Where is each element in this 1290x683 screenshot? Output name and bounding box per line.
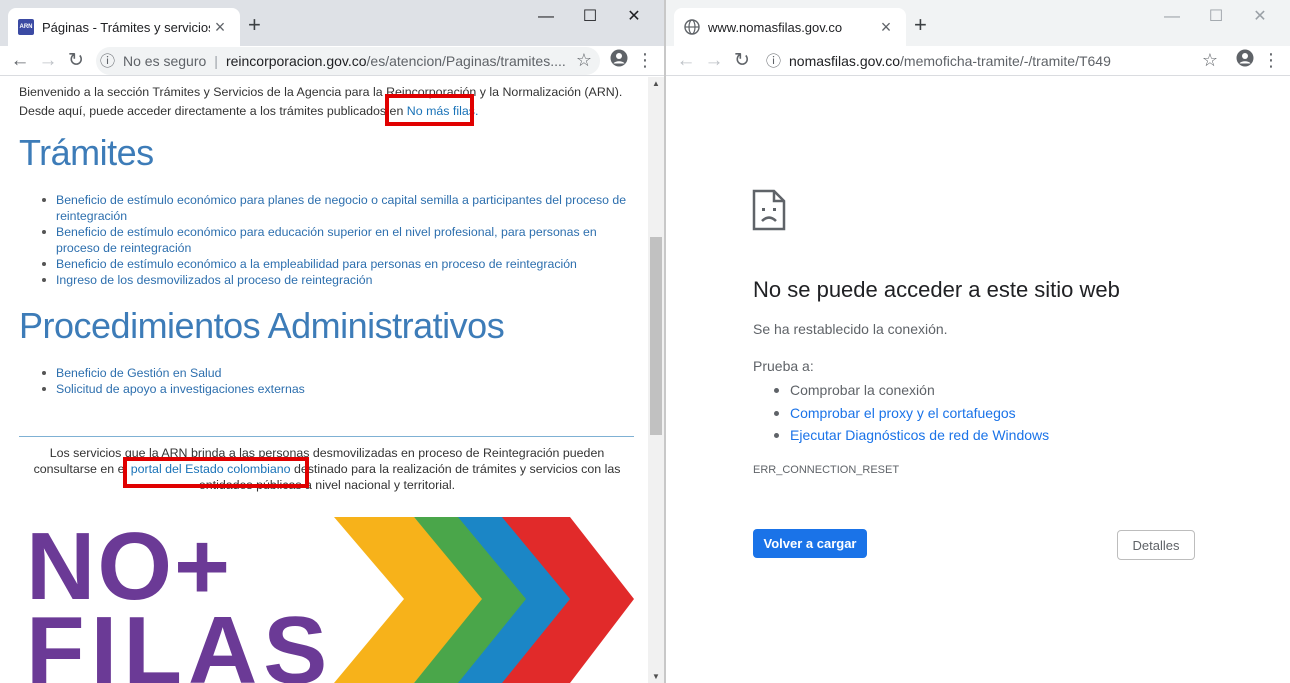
address-bar[interactable]: ⓘ nomasfilas.gov.co /memoficha-tramite/-… bbox=[762, 47, 1226, 75]
maximize-button[interactable]: ☐ bbox=[568, 6, 612, 28]
heading-procedimientos: Procedimientos Administrativos bbox=[19, 305, 505, 346]
security-label: No es seguro bbox=[123, 52, 207, 69]
intro-text: Bienvenido a la sección Trámites y Servi… bbox=[19, 83, 631, 121]
new-tab-button[interactable]: + bbox=[248, 14, 261, 36]
profile-avatar-icon[interactable] bbox=[606, 49, 632, 72]
profile-avatar-icon[interactable] bbox=[1232, 49, 1258, 72]
scroll-up-icon[interactable]: ▲ bbox=[648, 79, 664, 88]
tab-title: www.nomasfilas.gov.co bbox=[708, 19, 843, 35]
minimize-button[interactable]: — bbox=[524, 6, 568, 28]
bookmark-star-icon[interactable]: ☆ bbox=[1194, 50, 1226, 71]
forward-button[interactable]: → bbox=[700, 47, 728, 75]
window-controls: — ☐ ✕ bbox=[524, 6, 656, 28]
reload-page-button[interactable]: Volver a cargar bbox=[753, 529, 867, 558]
list-item[interactable]: Beneficio de estímulo económico para pla… bbox=[40, 192, 636, 224]
tab-nomasfilas[interactable]: www.nomasfilas.gov.co × bbox=[674, 8, 906, 46]
address-bar[interactable]: ⓘ No es seguro | reincorporacion.gov.co … bbox=[96, 46, 600, 75]
intro-line-1: Bienvenido a la sección Trámites y Servi… bbox=[19, 85, 623, 99]
suggestion-check-proxy-link[interactable]: Comprobar el proxy y el cortafuegos bbox=[774, 402, 1049, 425]
info-icon[interactable]: ⓘ bbox=[766, 50, 781, 71]
tab-strip: ARN Páginas - Trámites y servicios × + —… bbox=[0, 0, 664, 46]
divider bbox=[19, 436, 634, 437]
error-title: No se puede acceder a este sitio web bbox=[753, 277, 1120, 302]
no-mas-filas-logo: NO+ FILAS bbox=[26, 517, 634, 683]
browser-toolbar: ← → ↻ ⓘ nomasfilas.gov.co /memoficha-tra… bbox=[666, 46, 1290, 76]
logo-line-2: FILAS bbox=[26, 597, 333, 683]
error-code: ERR_CONNECTION_RESET bbox=[753, 464, 900, 476]
list-item[interactable]: Ingreso de los desmovilizados al proceso… bbox=[40, 272, 636, 288]
scroll-down-icon[interactable]: ▼ bbox=[648, 672, 664, 681]
error-page: No se puede acceder a este sitio web Se … bbox=[666, 77, 1290, 683]
tab-close-icon[interactable]: × bbox=[210, 17, 230, 37]
window-controls: — ☐ ✕ bbox=[1150, 6, 1282, 28]
highlight-box-portal bbox=[123, 457, 309, 488]
address-separator: | bbox=[214, 52, 218, 69]
back-button[interactable]: ← bbox=[6, 47, 34, 75]
list-item[interactable]: Beneficio de estímulo económico a la emp… bbox=[40, 256, 636, 272]
menu-kebab-icon[interactable]: ⋮ bbox=[1258, 50, 1284, 71]
reload-button[interactable]: ↻ bbox=[62, 47, 90, 75]
url-host: reincorporacion.gov.co bbox=[225, 52, 367, 69]
tramites-list: Beneficio de estímulo económico para pla… bbox=[40, 192, 636, 288]
menu-kebab-icon[interactable]: ⋮ bbox=[632, 50, 658, 71]
browser-toolbar: ← → ↻ ⓘ No es seguro | reincorporacion.g… bbox=[0, 46, 664, 76]
back-button[interactable]: ← bbox=[672, 47, 700, 75]
intro-line-2-prefix: Desde aquí, puede acceder directamente a… bbox=[19, 104, 407, 118]
intro-line-2: Desde aquí, puede acceder directamente a… bbox=[19, 102, 631, 121]
tab-tramites[interactable]: ARN Páginas - Trámites y servicios × bbox=[8, 8, 240, 46]
suggestion-run-diagnostics-link[interactable]: Ejecutar Diagnósticos de red de Windows bbox=[774, 424, 1049, 447]
tab-title: Páginas - Trámites y servicios bbox=[42, 19, 210, 35]
info-icon[interactable]: ⓘ bbox=[100, 50, 115, 71]
vertical-scrollbar[interactable]: ▲ ▼ bbox=[648, 77, 664, 683]
scroll-thumb[interactable] bbox=[650, 237, 662, 435]
minimize-button[interactable]: — bbox=[1150, 6, 1194, 28]
right-browser-window: www.nomasfilas.gov.co × + — ☐ ✕ ← → ↻ ⓘ … bbox=[666, 0, 1290, 683]
heading-tramites: Trámites bbox=[19, 132, 154, 173]
tab-close-icon[interactable]: × bbox=[876, 17, 896, 37]
close-window-button[interactable]: ✕ bbox=[612, 6, 656, 28]
list-item[interactable]: Beneficio de estímulo económico para edu… bbox=[40, 224, 636, 256]
procedimientos-list: Beneficio de Gestión en Salud Solicitud … bbox=[40, 365, 636, 397]
bookmark-star-icon[interactable]: ☆ bbox=[568, 50, 600, 71]
maximize-button[interactable]: ☐ bbox=[1194, 6, 1238, 28]
list-item[interactable]: Beneficio de Gestión en Salud bbox=[40, 365, 636, 381]
suggestion-check-connection: Comprobar la conexión bbox=[774, 379, 1049, 402]
tab-strip: www.nomasfilas.gov.co × + — ☐ ✕ bbox=[666, 0, 1290, 46]
left-browser-window: ARN Páginas - Trámites y servicios × + —… bbox=[0, 0, 664, 683]
url-host: nomasfilas.gov.co bbox=[789, 52, 901, 69]
reload-button[interactable]: ↻ bbox=[728, 47, 756, 75]
forward-button[interactable]: → bbox=[34, 47, 62, 75]
suggestions-list: Comprobar la conexión Comprobar el proxy… bbox=[774, 379, 1049, 447]
sad-page-icon bbox=[752, 189, 786, 231]
highlight-box-no-mas-filas bbox=[385, 94, 474, 126]
globe-icon bbox=[684, 19, 700, 35]
arn-favicon-icon: ARN bbox=[18, 19, 34, 35]
url-path: /es/atencion/Paginas/tramites.... bbox=[366, 52, 566, 69]
try-label: Prueba a: bbox=[753, 358, 814, 374]
details-button[interactable]: Detalles bbox=[1117, 530, 1195, 560]
url-path: /memoficha-tramite/-/tramite/T649 bbox=[900, 52, 1111, 69]
list-item[interactable]: Solicitud de apoyo a investigaciones ext… bbox=[40, 381, 636, 397]
page-content: Bienvenido a la sección Trámites y Servi… bbox=[0, 77, 648, 683]
close-window-button[interactable]: ✕ bbox=[1238, 6, 1282, 28]
error-subtitle: Se ha restablecido la conexión. bbox=[753, 321, 948, 337]
footer-text: Los servicios que la ARN brinda a las pe… bbox=[24, 445, 630, 493]
new-tab-button[interactable]: + bbox=[914, 14, 927, 36]
